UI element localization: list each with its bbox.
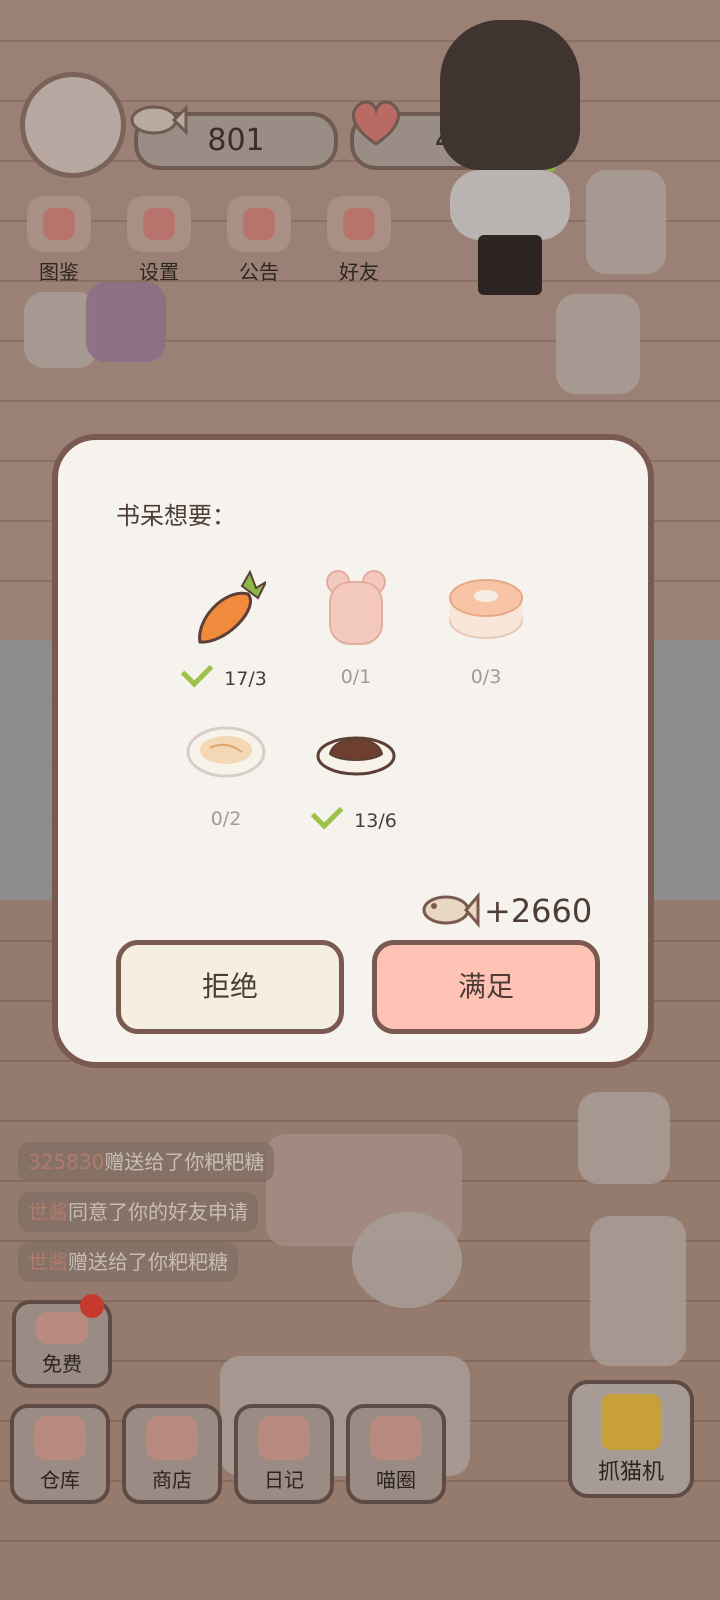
- gear-icon: [127, 196, 191, 252]
- heart-icon: [36, 1312, 88, 1344]
- heart-icon: [351, 100, 401, 146]
- check-icon: [310, 796, 344, 830]
- request-item-cake-roll: 0/3: [426, 568, 546, 688]
- request-dialog: 书呆想要： 17/3 0/1 0/3 0/2 13/6 +2660 拒绝 满足: [52, 434, 654, 1068]
- bear-plush-decoration: [86, 282, 166, 362]
- curry-plate-icon: [316, 736, 396, 776]
- chat-message: 世酱赠送给了你粑粑糖: [18, 1242, 238, 1282]
- nav-cat-circle[interactable]: 喵圈: [346, 1404, 446, 1504]
- telescope-decoration: [578, 1092, 670, 1184]
- feed-bubble[interactable]: [352, 1212, 462, 1308]
- cat-face-icon: [27, 196, 91, 252]
- notification-badge: [80, 1294, 104, 1318]
- menu-announcement[interactable]: 公告: [216, 196, 302, 285]
- accept-button[interactable]: 满足: [372, 940, 600, 1034]
- cat-planet-icon: [370, 1416, 422, 1460]
- menu-settings[interactable]: 设置: [116, 196, 202, 285]
- menu-collection[interactable]: 图鉴: [16, 196, 102, 285]
- nav-diary[interactable]: 日记: [234, 1404, 334, 1504]
- friends-icon: [327, 196, 391, 252]
- cake-roll-icon: [449, 579, 523, 639]
- bear-cookie-icon: [326, 570, 386, 645]
- player-character-body: [450, 170, 570, 240]
- player-avatar[interactable]: [20, 72, 126, 178]
- request-item-carrot: 17/3: [166, 568, 286, 690]
- shop-icon: [146, 1416, 198, 1460]
- player-character-head: [440, 20, 580, 170]
- nav-warehouse[interactable]: 仓库: [10, 1404, 110, 1504]
- parfait-decoration: [556, 294, 640, 394]
- request-item-noodle-plate: 0/2: [166, 710, 286, 830]
- fish-icon: [422, 891, 480, 929]
- fish-icon: [130, 104, 188, 136]
- carrot-icon: [198, 569, 269, 644]
- reject-button[interactable]: 拒绝: [116, 940, 344, 1034]
- check-icon: [180, 654, 214, 688]
- request-item-curry-plate: 13/6: [296, 710, 416, 832]
- claw-icon: [601, 1394, 661, 1450]
- request-item-bear-cookie: 0/1: [296, 568, 416, 688]
- nav-shop[interactable]: 商店: [122, 1404, 222, 1504]
- warehouse-icon: [34, 1416, 86, 1460]
- diary-icon: [258, 1416, 310, 1460]
- claw-machine-button[interactable]: 抓猫机: [568, 1380, 694, 1498]
- chat-message: 世酱同意了你的好友申请: [18, 1192, 258, 1232]
- chat-message: 325830赠送给了你粑粑糖: [18, 1142, 275, 1182]
- reward-amount: +2660: [484, 892, 593, 930]
- dialog-title: 书呆想要：: [116, 502, 236, 530]
- fish-count: 801: [207, 123, 265, 158]
- noodle-plate-icon: [186, 726, 266, 778]
- gift-icon: [227, 196, 291, 252]
- blender-decoration: [586, 170, 666, 274]
- fan-decoration: [590, 1216, 686, 1366]
- reward-display: +2660: [420, 886, 592, 936]
- player-character-legs: [478, 235, 542, 295]
- menu-friends[interactable]: 好友: [316, 196, 402, 285]
